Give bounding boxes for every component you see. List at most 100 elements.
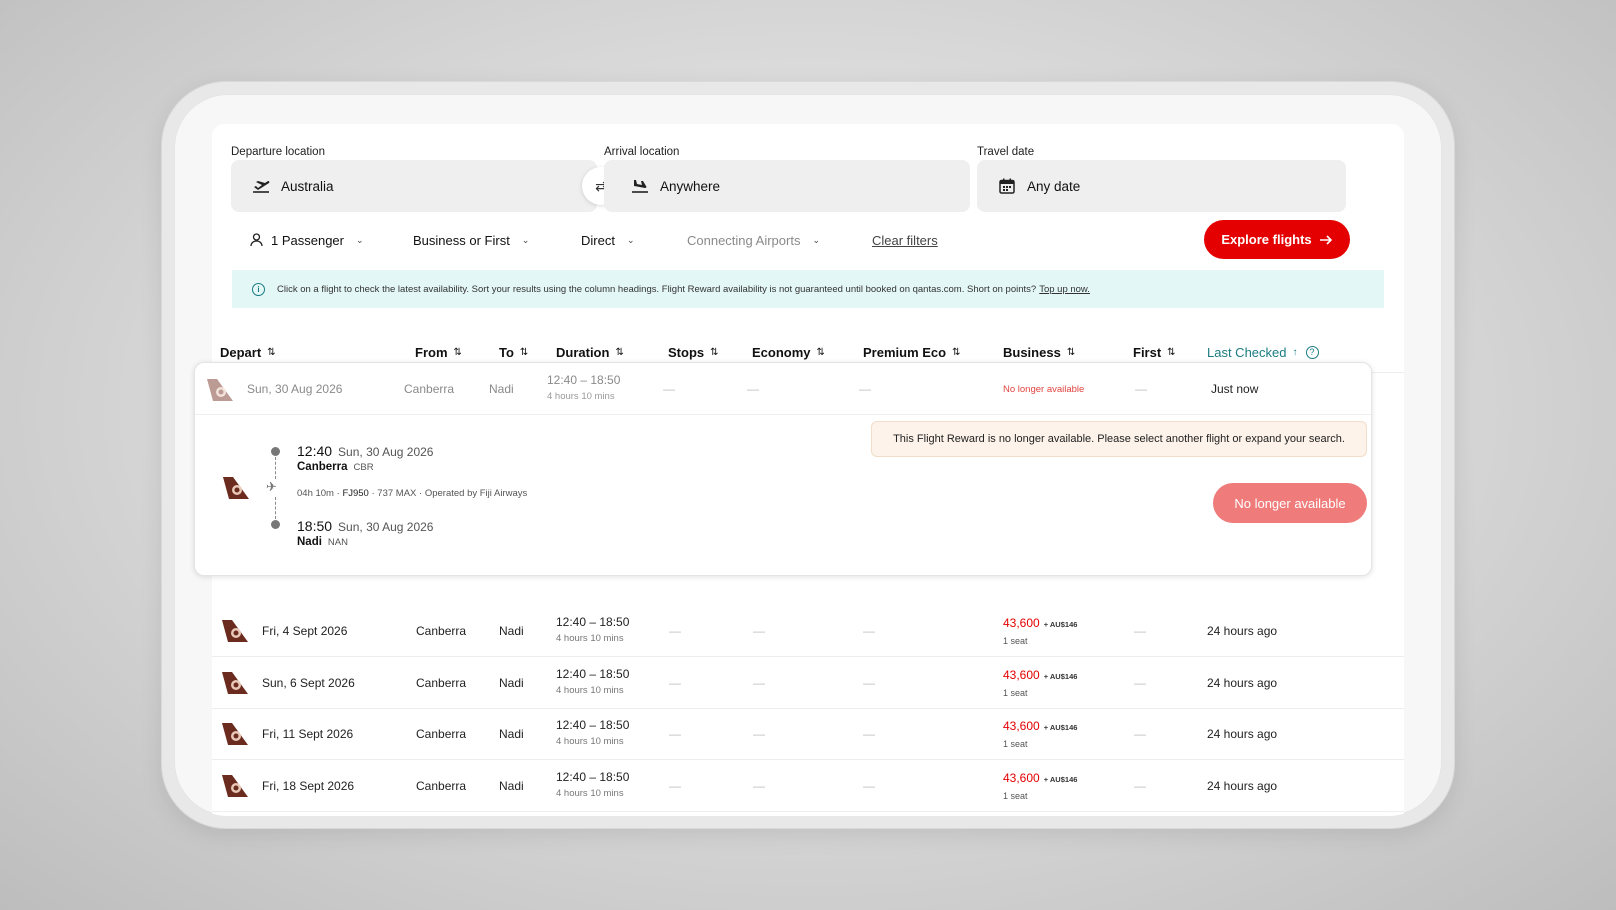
stops-dash: — — [663, 382, 675, 396]
last-checked: Just now — [1211, 382, 1259, 396]
timeline-line — [275, 457, 276, 479]
depart-date: Fri, 4 Sept 2026 — [262, 624, 348, 638]
to-city: Nadi — [499, 624, 524, 638]
departure-dot — [271, 447, 280, 456]
col-business[interactable]: Business ⇅ — [1003, 340, 1075, 364]
col-last-checked[interactable]: Last Checked ↑? — [1207, 340, 1319, 364]
explore-flights-button[interactable]: Explore flights — [1204, 220, 1350, 259]
table-row[interactable]: Fri, 11 Sept 2026 Canberra Nadi 12:40 – … — [212, 707, 1404, 760]
top-up-link[interactable]: Top up now. — [1039, 284, 1090, 295]
passenger-label: 1 Passenger — [271, 232, 344, 248]
fiji-airways-tail-icon — [222, 775, 248, 797]
departure-city: Canberra CBR — [297, 461, 374, 473]
arrival-label: Arrival location — [604, 146, 680, 158]
plane-landing-icon — [630, 176, 650, 196]
arr-city-text: Nadi — [297, 536, 322, 548]
sort-asc-icon: ↑ — [1292, 346, 1298, 358]
table-row[interactable]: Fri, 4 Sept 2026 Canberra Nadi 12:40 – 1… — [212, 604, 1404, 657]
economy-dash: — — [753, 727, 765, 741]
arrival-dot — [271, 520, 280, 529]
time-range: 12:40 – 18:50 — [556, 615, 630, 629]
from-city: Canberra — [416, 676, 467, 690]
duration-text: 4 hours 10 mins — [556, 736, 624, 747]
sort-icon: ⇅ — [816, 346, 825, 358]
seat-count: 1 seat — [1003, 791, 1028, 801]
col-duration[interactable]: Duration ⇅ — [556, 340, 624, 364]
sort-icon: ⇅ — [453, 346, 462, 358]
last-checked: 24 hours ago — [1207, 727, 1278, 741]
col-economy[interactable]: Economy ⇅ — [752, 340, 825, 364]
col-to[interactable]: To ⇅ — [499, 340, 528, 364]
premium-dash: — — [859, 382, 871, 396]
departure-field[interactable]: Australia — [231, 160, 597, 212]
explore-label: Explore flights — [1221, 232, 1312, 247]
last-checked: 24 hours ago — [1207, 779, 1278, 793]
chevron-down-icon: ⌄ — [812, 234, 820, 245]
meta-flight-number: FJ950 — [342, 488, 369, 499]
flight-timeline: ✈ — [266, 447, 280, 529]
col-depart-label: Depart — [220, 344, 262, 360]
from-city: Canberra — [404, 382, 455, 396]
arr-code-text: NAN — [327, 537, 348, 548]
business-price[interactable]: 43,600 + AU$146 1 seat — [1003, 771, 1077, 801]
banner-text: Click on a flight to check the latest av… — [277, 283, 1037, 295]
col-premium-eco[interactable]: Premium Eco ⇅ — [863, 340, 960, 364]
col-stops-label: Stops — [668, 344, 705, 360]
departure-value: Australia — [281, 178, 334, 194]
business-price[interactable]: 43,600 + AU$146 1 seat — [1003, 616, 1077, 646]
arrival-value: Anywhere — [660, 178, 721, 194]
col-from-label: From — [415, 344, 448, 360]
col-stops[interactable]: Stops ⇅ — [668, 340, 719, 364]
economy-dash: — — [747, 382, 759, 396]
passenger-dropdown[interactable]: 1 Passenger ⌄ — [250, 230, 364, 250]
device-screen: Departure location Australia ⇄ Arrival l… — [174, 94, 1442, 816]
tax-amount: + AU$146 — [1043, 723, 1078, 732]
sort-icon: ⇅ — [267, 346, 276, 358]
fiji-airways-tail-icon — [222, 723, 248, 745]
col-from[interactable]: From ⇅ — [415, 340, 462, 364]
expanded-flight-card[interactable]: Sun, 30 Aug 2026 Canberra Nadi 12:40 – 1… — [194, 362, 1372, 576]
stops-dropdown[interactable]: Direct ⌄ — [581, 230, 635, 250]
points-price: 43,600 — [1003, 771, 1040, 785]
depart-date: Sun, 6 Sept 2026 — [262, 676, 355, 690]
points-price: 43,600 — [1003, 616, 1040, 630]
tax-amount: + AU$146 — [1043, 672, 1078, 681]
cabin-dropdown[interactable]: Business or First ⌄ — [413, 230, 529, 250]
depart-date: Fri, 11 Sept 2026 — [262, 727, 354, 741]
no-longer-available-button[interactable]: No longer available — [1213, 483, 1367, 523]
arrival-field[interactable]: Anywhere — [604, 160, 970, 212]
sort-icon: ⇅ — [1066, 346, 1076, 358]
chevron-down-icon: ⌄ — [521, 234, 530, 245]
arrival-time: 18:50 Sun, 30 Aug 2026 — [297, 518, 433, 534]
arr-date-text: Sun, 30 Aug 2026 — [338, 520, 434, 534]
table-row[interactable]: Sun, 6 Sept 2026 Canberra Nadi 12:40 – 1… — [212, 656, 1404, 709]
stops-dash: — — [669, 624, 681, 638]
col-business-label: Business — [1003, 344, 1061, 360]
col-first-label: First — [1133, 344, 1162, 360]
business-price[interactable]: 43,600 + AU$146 1 seat — [1003, 719, 1077, 749]
economy-dash: — — [753, 676, 765, 690]
col-last-checked-label: Last Checked — [1207, 344, 1287, 360]
duration-text: 4 hours 10 mins — [556, 788, 624, 799]
question-icon[interactable]: ? — [1305, 345, 1319, 359]
connecting-airports-dropdown[interactable]: Connecting Airports ⌄ — [687, 230, 820, 250]
info-banner: i Click on a flight to check the latest … — [232, 270, 1384, 308]
time-range: 12:40 – 18:50 — [547, 373, 621, 387]
table-row[interactable]: Fri, 18 Sept 2026 Canberra Nadi 12:40 – … — [212, 759, 1404, 812]
flight-meta: 04h 10m · FJ950 · 737 MAX · Operated by … — [297, 488, 528, 499]
seat-count: 1 seat — [1003, 739, 1028, 749]
seat-count: 1 seat — [1003, 688, 1028, 698]
business-price[interactable]: 43,600 + AU$146 1 seat — [1003, 668, 1077, 698]
sort-icon: ⇅ — [952, 346, 961, 358]
duration-text: 4 hours 10 mins — [556, 633, 624, 644]
date-field[interactable]: Any date — [977, 160, 1346, 212]
cabin-label: Business or First — [413, 232, 510, 248]
dep-code-text: CBR — [353, 462, 374, 473]
tax-amount: + AU$146 — [1043, 620, 1078, 629]
col-depart[interactable]: Depart ⇅ — [220, 340, 276, 364]
selected-flight-row[interactable]: Sun, 30 Aug 2026 Canberra Nadi 12:40 – 1… — [195, 363, 1371, 415]
duration-cell: 12:40 – 18:50 4 hours 10 mins — [556, 667, 629, 696]
col-first[interactable]: First ⇅ — [1133, 340, 1176, 364]
departure-label: Departure location — [231, 146, 325, 158]
clear-filters-link[interactable]: Clear filters — [872, 233, 938, 248]
